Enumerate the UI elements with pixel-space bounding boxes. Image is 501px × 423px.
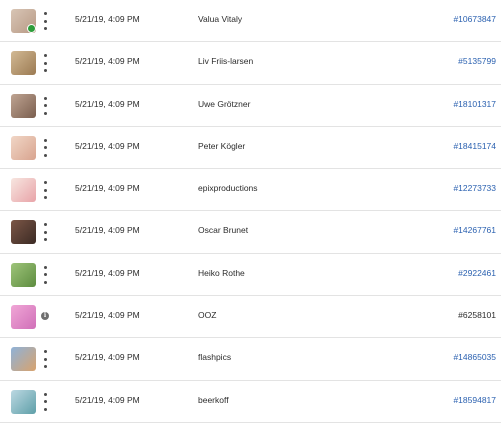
row-id-link[interactable]: #5135799 <box>458 56 496 66</box>
info-icon[interactable]: i <box>41 312 49 321</box>
list-item[interactable]: 5/21/19, 4:09 PM Oscar Brunet #14267761 <box>0 211 501 254</box>
row-id-link[interactable]: #18594817 <box>453 395 496 405</box>
thumbnail[interactable] <box>11 135 36 160</box>
row-id-link[interactable]: #10673847 <box>453 14 496 24</box>
row-name: epixproductions <box>198 183 258 194</box>
more-options-icon[interactable] <box>40 223 50 242</box>
list-item[interactable]: 5/21/19, 4:09 PM beerkoff #18594817 <box>0 381 501 423</box>
verified-badge-icon <box>27 24 36 33</box>
row-id-link[interactable]: #12273733 <box>453 183 496 193</box>
row-id: #6258101 <box>458 310 496 321</box>
list-item[interactable]: 5/21/19, 4:09 PM Heiko Rothe #2922461 <box>0 254 501 297</box>
list-item[interactable]: 5/21/19, 4:09 PM Peter Kögler #18415174 <box>0 127 501 170</box>
list-item[interactable]: 5/21/19, 4:09 PM Liv Friis-larsen #51357… <box>0 42 501 85</box>
row-date: 5/21/19, 4:09 PM <box>75 14 140 24</box>
row-name: Heiko Rothe <box>198 267 245 278</box>
row-id-link[interactable]: #2922461 <box>458 268 496 278</box>
thumbnail[interactable] <box>11 178 36 203</box>
more-options-icon[interactable] <box>40 54 50 73</box>
row-date: 5/21/19, 4:09 PM <box>75 267 140 278</box>
thumbnail[interactable] <box>11 262 36 287</box>
row-name: Uwe Grötzner <box>198 98 251 109</box>
row-date: 5/21/19, 4:09 PM <box>75 394 140 405</box>
contributor-list: 5/21/19, 4:09 PM Valua Vitaly #10673847 … <box>0 0 501 423</box>
more-options-icon[interactable] <box>40 138 50 157</box>
thumbnail[interactable] <box>11 389 36 414</box>
thumbnail[interactable] <box>11 220 36 245</box>
more-options-icon[interactable] <box>40 350 50 369</box>
thumbnail[interactable] <box>11 51 36 76</box>
row-name: Peter Kögler <box>198 140 246 151</box>
row-name: OOZ <box>198 310 217 321</box>
list-item[interactable]: 5/21/19, 4:09 PM Uwe Grötzner #18101317 <box>0 85 501 127</box>
more-options-icon[interactable] <box>40 96 50 115</box>
row-date: 5/21/19, 4:09 PM <box>75 56 140 67</box>
list-item[interactable]: 5/21/19, 4:09 PM flashpics #14865035 <box>0 338 501 381</box>
more-options-icon[interactable] <box>40 392 50 411</box>
row-date: 5/21/19, 4:09 PM <box>75 98 140 109</box>
list-item[interactable]: 5/21/19, 4:09 PM epixproductions #122737… <box>0 169 501 212</box>
list-item[interactable]: i 5/21/19, 4:09 PM OOZ #6258101 <box>0 296 501 339</box>
more-options-icon[interactable] <box>40 181 50 200</box>
row-id-link[interactable]: #18101317 <box>453 99 496 109</box>
row-name: Oscar Brunet <box>198 225 249 236</box>
list-item[interactable]: 5/21/19, 4:09 PM Valua Vitaly #10673847 <box>0 0 501 43</box>
row-id-link[interactable]: #14865035 <box>453 352 496 362</box>
row-date: 5/21/19, 4:09 PM <box>75 140 140 151</box>
row-date: 5/21/19, 4:09 PM <box>75 183 140 194</box>
row-date: 5/21/19, 4:09 PM <box>75 310 140 321</box>
row-name: Liv Friis-larsen <box>198 56 254 67</box>
row-id-link[interactable]: #18415174 <box>453 141 496 151</box>
thumbnail[interactable] <box>11 93 36 118</box>
thumbnail[interactable] <box>11 305 36 330</box>
row-name: flashpics <box>198 352 232 363</box>
row-date: 5/21/19, 4:09 PM <box>75 352 140 363</box>
row-date: 5/21/19, 4:09 PM <box>75 225 140 236</box>
row-id-link[interactable]: #14267761 <box>453 225 496 235</box>
thumbnail[interactable] <box>11 9 36 33</box>
thumbnail[interactable] <box>11 347 36 372</box>
row-name: beerkoff <box>198 394 229 405</box>
more-options-icon[interactable] <box>40 12 50 30</box>
row-name: Valua Vitaly <box>198 14 243 24</box>
more-options-icon[interactable] <box>40 265 50 284</box>
